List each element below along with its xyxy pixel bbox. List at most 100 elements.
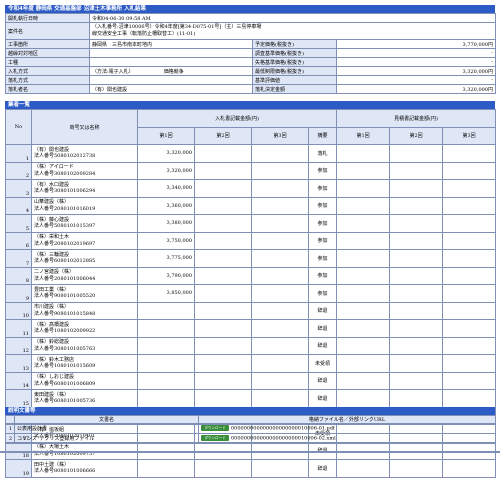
bidder-remark: 参加 [307,196,338,215]
bidder-firm: 田中土建（株） 法人番号8080101006666 [31,459,138,478]
col-header-remark: 摘要 [307,126,338,145]
bidder-corp-number: 法人番号9080101015848 [34,310,96,317]
docs-section-title: 説明文書等 [5,407,495,415]
est-round-3 [442,354,497,373]
bid-round-2 [194,161,252,180]
bid-round-2 [194,459,252,478]
bid-round-3 [251,371,309,390]
bid-round-1: 3,340,000 [137,179,195,198]
bidder-firm: （株）鈴木工務店 法人番号1080101015609 [31,354,138,373]
bidder-remark: 未受領 [307,354,338,373]
bidder-row: 12 （株）鈴総建設 法人番号3080101005763 辞退 [5,336,497,355]
info-label-work-type: 工種 [5,57,90,67]
est-round-3 [442,161,497,180]
est-round-3 [442,284,497,303]
bidder-row: 9 豊田工業（株） 法人番号9080101005520 3,850,000 参加 [5,284,497,303]
bid-round-3 [251,249,309,268]
bidder-corp-number: 法人番号1080101015609 [34,363,96,370]
info-label-award-method: 落札方式 [5,75,90,85]
info-value-disqualify-price: - [336,57,496,67]
bidder-remark: 参加 [307,161,338,180]
bidder-corp-number: 法人番号5080101015397 [34,223,96,230]
bidder-row: 15 東田建設（株） 法人番号6080101005736 辞退 [5,389,497,408]
info-value-planned-price: 3,770,000円 [336,39,496,49]
bidder-no: 5 [5,214,32,233]
doc-name: コリンズ･テクリス登録用ファイル [14,433,199,444]
docs-header-file: 格納ファイル名／外部リンクURL [198,415,496,424]
info-label-district: 越繰対対地区 [5,48,90,58]
bid-round-3 [251,389,309,408]
est-round-2 [389,214,444,233]
bidder-corp-number: 法人番号3080102009284 [34,170,96,177]
info-value-award-method [89,75,253,85]
info-label-planned-price: 予定価格(税抜き) [252,39,337,49]
info-label-bid-method: 入札方式 [5,66,90,76]
info-value-project-name: （入札番号:沼津10006号）令和4年度[第34-D075-01号]（主）三島停… [89,22,496,40]
info-value-district [89,48,253,58]
est-round-3 [442,266,497,285]
download-button[interactable]: ダウンロード [201,435,229,442]
info-value-survey-price: - [336,48,496,58]
est-round-3 [442,301,497,320]
bidder-row: 8 二ノ宮建設（株） 法人番号2080101006044 3,790,000 参加 [5,266,497,285]
doc-no: 1 [5,423,15,434]
est-round-1 [336,144,391,163]
bid-round-3 [251,284,309,303]
bid-round-3 [251,336,309,355]
bidder-firm: （株）鈴総建設 法人番号3080101005763 [31,336,138,355]
col-header-no: No [5,109,32,145]
doc-row: 2 コリンズ･テクリス登録用ファイル ダウンロード 000000000000000… [5,433,496,444]
est-round-1 [336,266,391,285]
est-round-2 [389,301,444,320]
est-round-1 [336,319,391,338]
bid-round-1 [137,319,195,338]
col-header-bid-round-1: 第1回 [137,126,195,145]
bid-round-3 [251,354,309,373]
bid-round-2 [194,301,252,320]
bidder-no: 19 [5,459,32,478]
bidder-no: 3 [5,179,32,198]
bidder-corp-number: 法人番号6080102012885 [34,258,96,265]
bidder-remark: 参加 [307,179,338,198]
info-value-winner: （有）関也建設 [89,84,253,94]
bid-round-1: 3,360,000 [137,196,195,215]
bid-round-3 [251,266,309,285]
info-value-award-amount: 3,320,000円 [336,84,496,94]
bid-round-2 [194,284,252,303]
bidder-row: 14 （株）しおじ建設 法人番号6080101006809 辞退 [5,371,497,390]
doc-file-name[interactable]: 000000000000000000000010006-01.pdf [231,426,335,432]
bidder-row: 1 （有）関也建設 法人番号5080102012738 3,320,000 落札 [5,144,497,163]
bid-round-2 [194,249,252,268]
info-value-min-price: 3,320,000円 [336,66,496,76]
col-header-est-round-3: 第3回 [442,126,497,145]
doc-file-name[interactable]: 000000000000000000000010006-02.xml [231,436,336,442]
est-round-2 [389,284,444,303]
bid-round-1 [137,354,195,373]
est-round-2 [389,179,444,198]
bid-round-1: 3,850,000 [137,284,195,303]
bidder-no: 7 [5,249,32,268]
bidders-section-title: 業者一覧 [5,101,495,109]
bidder-corp-number: 法人番号2080102019697 [34,240,96,247]
est-round-1 [336,371,391,390]
est-round-3 [442,319,497,338]
bidder-no: 10 [5,301,32,320]
bidder-row: 10 市川建設（株） 法人番号9080101015848 辞退 [5,301,497,320]
est-round-2 [389,144,444,163]
bid-round-1: 3,790,000 [137,266,195,285]
bid-round-1: 3,380,000 [137,214,195,233]
info-table: 開札執行日時 令和04-06-30 09:58 AM 案件名 （入札番号:沼津1… [5,13,496,94]
est-round-2 [389,249,444,268]
bid-method-type: （方法:電子入札） [92,68,134,75]
bid-round-3 [251,459,309,478]
bid-round-2 [194,179,252,198]
bidder-firm: （株）藤心建設 法人番号5080101015397 [31,214,138,233]
bidder-corp-number: 法人番号6080101006809 [34,380,96,387]
bidder-remark: 辞退 [307,389,338,408]
info-label-location: 工事箇所 [5,39,90,49]
bid-round-3 [251,319,309,338]
download-button[interactable]: ダウンロード [201,425,229,432]
bid-round-2 [194,354,252,373]
est-round-1 [336,214,391,233]
col-header-estimate-amount: 見積書記載金額(円) [336,109,497,128]
